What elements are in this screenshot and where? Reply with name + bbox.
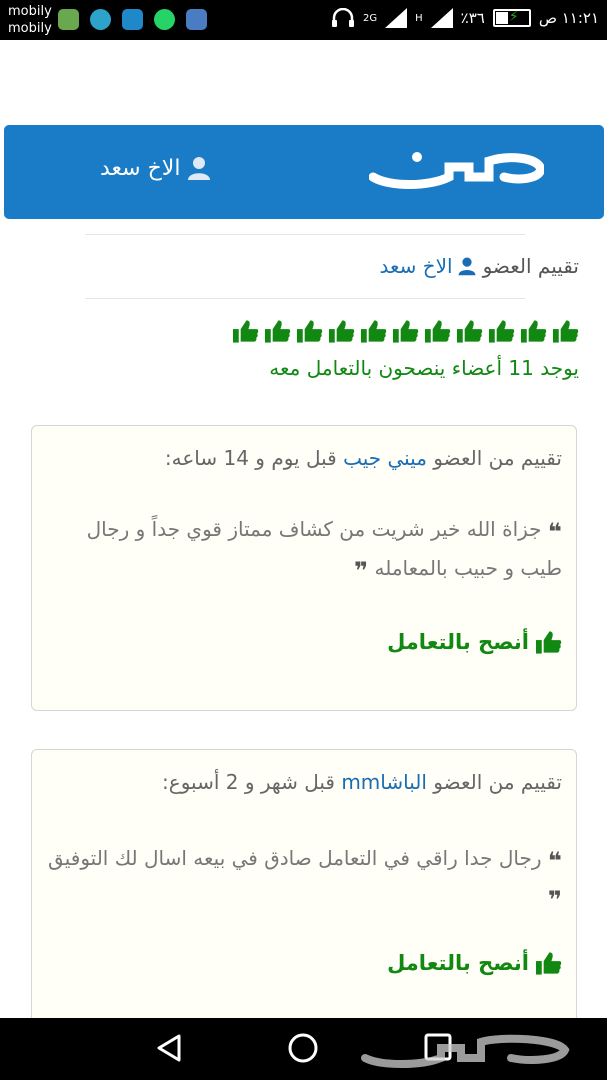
network-type-2: H bbox=[415, 12, 423, 24]
signal-icon-2 bbox=[430, 8, 453, 28]
quote-open-icon: ❝ bbox=[547, 847, 562, 875]
rated-member-link[interactable]: الاخ سعد bbox=[379, 254, 476, 278]
back-icon[interactable] bbox=[153, 1032, 185, 1064]
review-card: تقييم من العضو ميني جيب قبل يوم و 14 ساع… bbox=[31, 425, 577, 711]
carrier-label: mobily mobily bbox=[8, 3, 52, 37]
thumbs-up-row bbox=[232, 318, 579, 344]
user-icon bbox=[188, 157, 211, 180]
review-body: جزاة الله خير شريت من كشاف ممتاز قوي جدا… bbox=[86, 517, 562, 580]
haraj-logo[interactable] bbox=[368, 147, 546, 195]
thumbs-up-icon bbox=[520, 320, 547, 343]
header-user-name: الاخ سعد bbox=[100, 155, 181, 181]
recommend-badge: أنصح بالتعامل bbox=[387, 629, 562, 655]
review-label: تقييم من العضو bbox=[433, 770, 562, 794]
thumbs-up-icon bbox=[328, 320, 355, 343]
status-right: 2G H ٪٣٦ ⚡ ١١:٢١ ص bbox=[331, 8, 599, 28]
network-type: 2G bbox=[362, 12, 378, 24]
thumbs-up-icon bbox=[552, 320, 579, 343]
chat-app-icon bbox=[122, 9, 143, 30]
recommend-label: أنصح بالتعامل bbox=[387, 630, 529, 654]
thumbs-up-icon bbox=[296, 320, 323, 343]
review-time: قبل شهر و 2 أسبوع: bbox=[162, 770, 335, 794]
divider bbox=[85, 298, 525, 299]
headphones-icon bbox=[331, 8, 354, 27]
user-icon bbox=[458, 257, 476, 276]
thumbs-up-icon bbox=[535, 952, 562, 975]
user-menu-link[interactable]: الاخ سعد bbox=[100, 155, 212, 181]
notification-icons bbox=[58, 9, 207, 30]
review-text: ❝ جزاة الله خير شريت من كشاف ممتاز قوي ج… bbox=[46, 511, 562, 589]
review-body: رجال جدا راقي في التعامل صادق في بيعه اس… bbox=[48, 846, 542, 870]
review-header: تقييم من العضو ميني جيب قبل يوم و 14 ساع… bbox=[165, 446, 562, 470]
review-text: ❝ رجال جدا راقي في التعامل صادق في بيعه … bbox=[46, 840, 562, 918]
review-time: قبل يوم و 14 ساعه: bbox=[164, 446, 337, 470]
carrier-line-2: mobily bbox=[8, 21, 52, 36]
member-rating-title: تقييم العضو الاخ سعد bbox=[379, 254, 579, 278]
home-icon[interactable] bbox=[287, 1032, 319, 1064]
battery-percent: ٪٣٦ bbox=[460, 9, 485, 27]
android-nav-bar bbox=[0, 1018, 607, 1080]
mail-icon bbox=[186, 9, 207, 30]
thumbs-up-icon bbox=[535, 631, 562, 654]
thumbs-up-icon bbox=[424, 320, 451, 343]
reviewer-link[interactable]: ميني جيب bbox=[343, 446, 427, 470]
recommend-count-text: يوجد 11 أعضاء ينصحون بالتعامل معه bbox=[269, 356, 579, 380]
rated-member-name: الاخ سعد bbox=[379, 254, 453, 278]
site-header: الاخ سعد bbox=[4, 125, 604, 219]
divider bbox=[85, 234, 525, 235]
quote-close-icon: ❞ bbox=[547, 886, 562, 914]
reviewer-link[interactable]: الباشاmm bbox=[341, 770, 427, 794]
status-bar: mobily mobily 2G H ٪٣٦ ⚡ ١١:٢١ ص bbox=[0, 0, 607, 40]
thumbs-up-icon bbox=[488, 320, 515, 343]
rating-label: تقييم العضو bbox=[482, 254, 579, 278]
carrier-line-1: mobily bbox=[8, 4, 52, 19]
thumbs-up-icon bbox=[456, 320, 483, 343]
review-card: تقييم من العضو الباشاmm قبل شهر و 2 أسبو… bbox=[31, 749, 577, 1049]
signal-icon bbox=[385, 8, 408, 28]
battery-icon: ⚡ bbox=[492, 9, 531, 27]
thumbs-up-icon bbox=[392, 320, 419, 343]
whatsapp-icon bbox=[154, 9, 175, 30]
review-header: تقييم من العضو الباشاmm قبل شهر و 2 أسبو… bbox=[162, 770, 562, 794]
quote-close-icon: ❞ bbox=[354, 557, 369, 585]
review-label: تقييم من العضو bbox=[433, 446, 562, 470]
recommend-badge: أنصح بالتعامل bbox=[387, 950, 562, 976]
sync-app-icon bbox=[90, 9, 111, 30]
thumbs-up-icon bbox=[232, 320, 259, 343]
thumbs-up-icon bbox=[264, 320, 291, 343]
clock: ١١:٢١ ص bbox=[538, 9, 599, 27]
recommend-label: أنصح بالتعامل bbox=[387, 951, 529, 975]
thumbs-up-icon bbox=[360, 320, 387, 343]
haraj-watermark-logo bbox=[361, 1034, 570, 1068]
quote-open-icon: ❝ bbox=[547, 518, 562, 546]
android-app-icon bbox=[58, 9, 79, 30]
